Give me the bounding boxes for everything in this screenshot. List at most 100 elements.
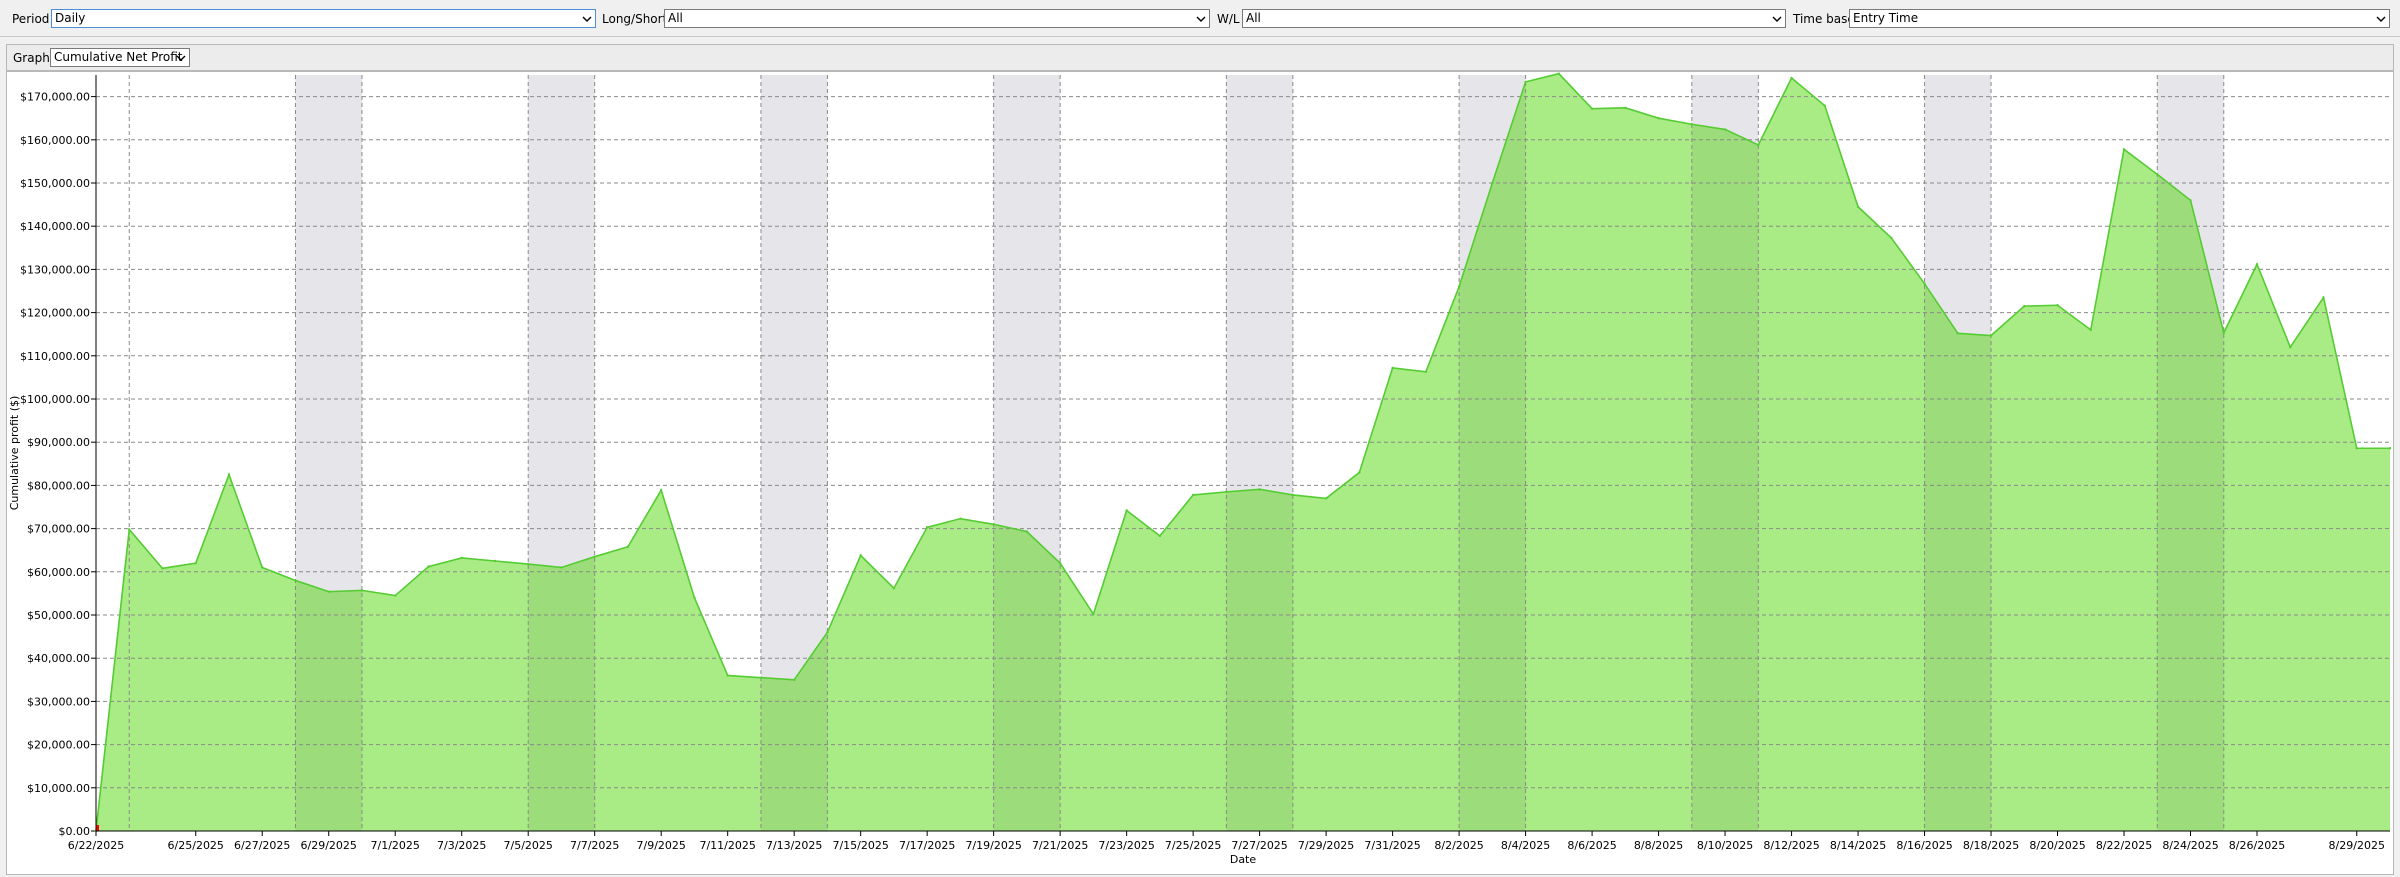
x-tick-label: 7/15/2025 [832,839,888,852]
x-tick-label: 7/23/2025 [1098,839,1154,852]
data-point [2189,199,2192,202]
y-tick-label: $170,000.00 [20,91,90,104]
y-axis-title: Cumulative profit ($) [8,396,21,511]
data-point [1923,282,1926,285]
data-point [2089,328,2092,332]
data-point [128,528,131,531]
y-tick-label: $20,000.00 [27,739,90,752]
data-point [2222,331,2225,335]
wl-select[interactable]: All [1242,9,1786,28]
y-tick-label: $160,000.00 [20,134,90,147]
data-point [1890,236,1893,240]
data-point [1956,332,1959,335]
data-point [460,556,463,560]
data-point [1291,493,1295,497]
data-point [859,554,862,557]
data-point [2122,148,2126,151]
x-tick-label: 6/29/2025 [301,839,357,852]
data-point [959,517,962,520]
data-point [1058,561,1062,565]
data-point [1657,117,1660,120]
data-point [227,473,231,476]
y-tick-label: $140,000.00 [20,220,90,233]
x-tick-label: 8/24/2025 [2162,839,2218,852]
x-tick-label: 8/8/2025 [1634,839,1683,852]
data-point [1158,534,1162,538]
data-point [1491,181,1494,185]
x-tick-label: 7/7/2025 [570,839,619,852]
data-point [2023,304,2026,308]
data-point [161,567,164,570]
data-point [1524,80,1527,84]
y-tick-label: $100,000.00 [20,393,90,406]
data-point [394,594,397,597]
data-point [2388,447,2392,450]
x-axis-title: Date [1230,853,1257,866]
data-point [1757,143,1760,147]
y-tick-label: $110,000.00 [20,350,90,363]
data-point [792,678,796,681]
x-tick-label: 7/11/2025 [699,839,755,852]
data-point [1258,488,1261,491]
data-point [2355,447,2358,450]
x-tick-label: 8/2/2025 [1434,839,1483,852]
long-short-label: Long/Short [602,12,668,26]
data-point [560,566,563,569]
x-tick-label: 6/25/2025 [168,839,224,852]
data-point [1358,471,1361,474]
period-select[interactable]: Daily [51,9,596,28]
x-tick-label: 7/19/2025 [965,839,1021,852]
wl-select-value: All [1246,11,1261,25]
y-tick-label: $10,000.00 [27,782,90,795]
data-point [2289,345,2292,349]
x-tick-label: 8/6/2025 [1567,839,1616,852]
long-short-select[interactable]: All [664,9,1210,28]
data-point [1557,72,1561,75]
chevron-down-icon [582,16,592,22]
cumulative-profit-chart[interactable]: $0.00 $10,000.00 $20,000.00 $30,000.00 $40,0… [7,72,2393,874]
data-point [2056,304,2059,307]
data-point [194,561,197,565]
graph-select[interactable]: Cumulative Net Profit [50,48,190,67]
x-tick-label: 7/3/2025 [437,839,486,852]
x-tick-label: 6/27/2025 [234,839,290,852]
y-tick-label: $0.00 [59,825,91,838]
data-point [327,590,330,593]
y-tick-label: $40,000.00 [27,652,90,665]
x-tick-label: 8/12/2025 [1763,839,1819,852]
time-base-label: Time base [1793,12,1855,26]
data-point [1324,497,1328,500]
data-point [1989,334,1993,337]
filter-bar: Period Daily Long/Short All W/L All Time… [0,0,2400,37]
x-tick-label: 8/26/2025 [2229,839,2285,852]
chevron-down-icon [2376,16,2386,22]
x-tick-label: 8/14/2025 [1830,839,1886,852]
data-point [1624,106,1627,110]
data-point [1191,493,1195,497]
x-tick-label: 8/20/2025 [2029,839,2085,852]
chevron-down-icon [1196,16,1206,22]
x-tick-label: 7/29/2025 [1298,839,1354,852]
data-point [1457,285,1461,288]
wl-label: W/L [1217,12,1240,26]
x-tick-label: 7/9/2025 [636,839,685,852]
x-tick-label: 6/22/2025 [68,839,124,852]
y-tick-label: $80,000.00 [27,479,90,492]
graph-label: Graph [13,51,50,65]
data-point [1025,530,1029,533]
y-tick-label: $30,000.00 [27,695,90,708]
data-point [1424,370,1428,373]
data-point [294,579,297,582]
data-point [626,545,630,548]
data-point [527,562,530,566]
data-point [1856,205,1860,208]
y-tick-label: $90,000.00 [27,436,90,449]
time-base-select[interactable]: Entry Time [1849,9,2390,28]
data-point [759,676,763,679]
x-tick-label: 8/29/2025 [2329,839,2385,852]
data-point [493,559,497,563]
data-point [693,596,696,599]
data-point [1590,107,1594,110]
data-point [1391,366,1394,370]
y-tick-label: $150,000.00 [20,177,90,190]
